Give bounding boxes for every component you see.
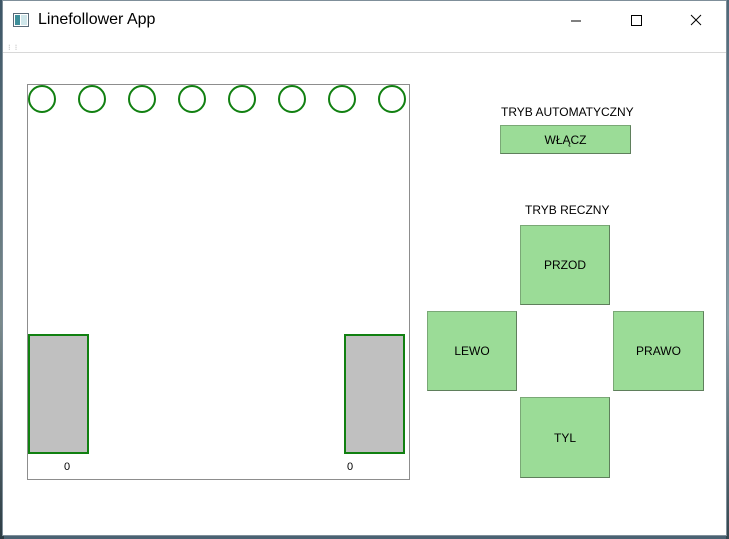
- left-wheel: [28, 334, 89, 454]
- app-window: Linefollower App ⁝ ⁝ 0 0 TRYB AUTOMATYCZ…: [2, 0, 727, 536]
- line-sensor-8: [378, 85, 406, 113]
- line-sensor-4: [178, 85, 206, 113]
- toolbar-grip[interactable]: ⁝ ⁝: [8, 43, 18, 52]
- minimize-button[interactable]: [553, 1, 599, 41]
- minimize-icon: [571, 20, 581, 22]
- left-button[interactable]: LEWO: [427, 311, 517, 391]
- title-bar[interactable]: Linefollower App: [3, 1, 726, 41]
- left-button-label: LEWO: [454, 344, 490, 358]
- line-sensor-3: [128, 85, 156, 113]
- maximize-button[interactable]: [613, 1, 659, 41]
- window-title: Linefollower App: [38, 11, 156, 28]
- toolbar-separator: [3, 52, 726, 53]
- line-sensor-2: [78, 85, 106, 113]
- enable-auto-button-label: WŁĄCZ: [544, 132, 587, 147]
- maximize-icon: [631, 15, 642, 26]
- right-button-label: PRAWO: [636, 344, 681, 358]
- line-sensor-7: [328, 85, 356, 113]
- forward-button-label: PRZOD: [544, 258, 586, 272]
- close-icon: [690, 14, 702, 26]
- close-button[interactable]: [673, 1, 719, 41]
- left-wheel-value: 0: [63, 461, 71, 473]
- backward-button-label: TYL: [553, 430, 576, 445]
- right-wheel-value: 0: [346, 461, 354, 473]
- forward-button[interactable]: PRZOD: [520, 225, 610, 305]
- app-window-icon: [13, 13, 29, 27]
- right-button[interactable]: PRAWO: [613, 311, 704, 391]
- line-sensor-6: [278, 85, 306, 113]
- robot-view: 0 0: [27, 84, 410, 480]
- enable-auto-button[interactable]: WŁĄCZ: [500, 125, 631, 154]
- line-sensor-5: [228, 85, 256, 113]
- manual-mode-label: TRYB RECZNY: [525, 203, 610, 217]
- line-sensor-1: [28, 85, 56, 113]
- auto-mode-label: TRYB AUTOMATYCZNY: [501, 105, 634, 119]
- right-wheel: [344, 334, 405, 454]
- backward-button[interactable]: TYL: [520, 397, 610, 478]
